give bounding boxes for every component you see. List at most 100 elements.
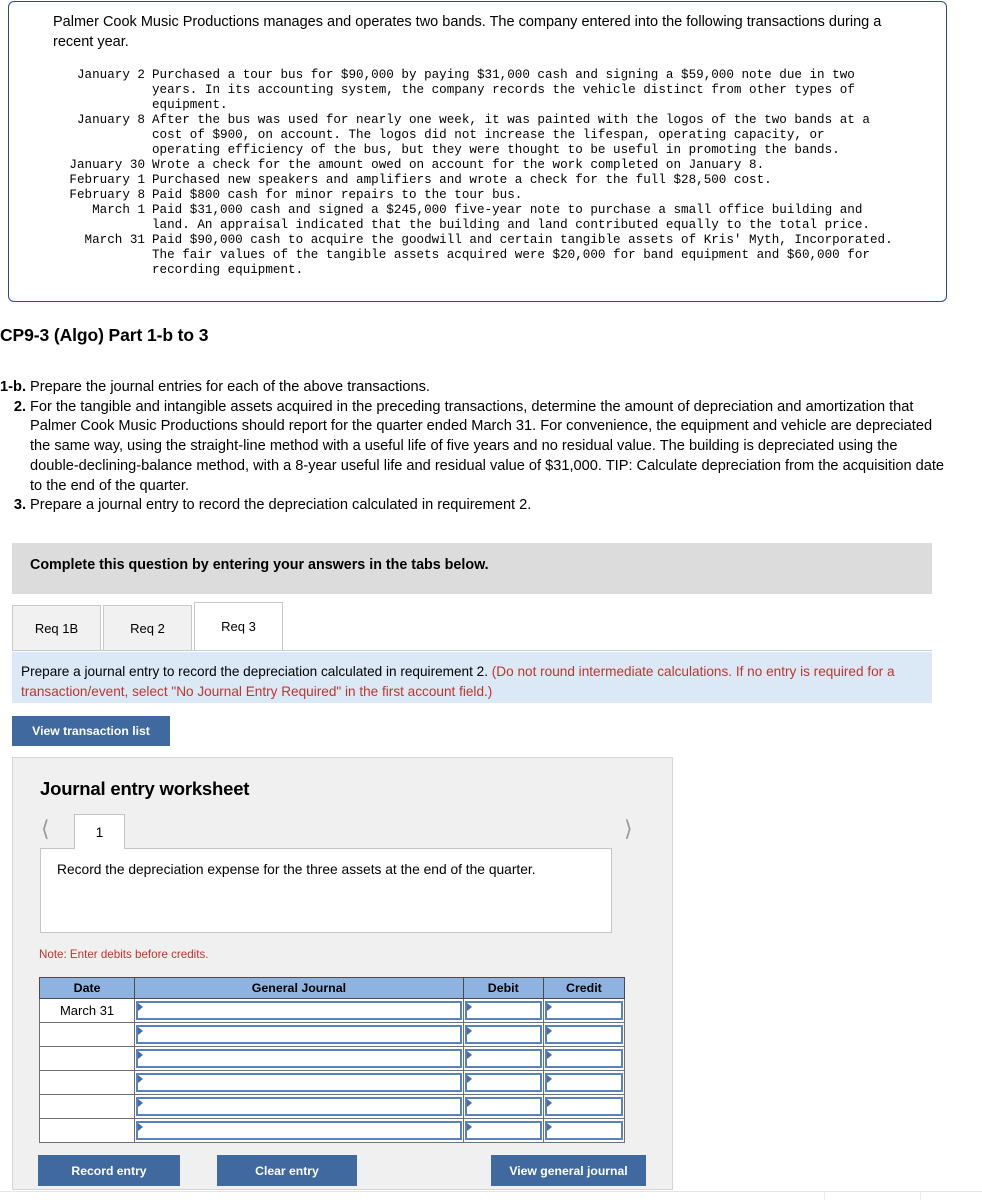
journal-credit-field[interactable] [544, 1073, 623, 1092]
view-transaction-list-button[interactable]: View transaction list [12, 716, 170, 746]
record-entry-button[interactable]: Record entry [38, 1155, 180, 1186]
transaction-date: February 8 [69, 188, 145, 202]
journal-account-field-cell [134, 998, 464, 1023]
footer-tick-right [920, 1192, 921, 1200]
journal-date-cell[interactable] [38, 1022, 136, 1047]
clear-entry-button[interactable]: Clear entry [217, 1155, 357, 1186]
chevron-left-icon[interactable]: ⟨ [41, 819, 50, 841]
transaction-description: Paid $90,000 cash to acquire the goodwil… [152, 233, 893, 277]
transaction-date: March 1 [92, 203, 145, 217]
transaction-row: February 8 Paid $800 cash for minor repai… [53, 188, 933, 203]
tabs-underline [12, 650, 932, 651]
transaction-description: Purchased new speakers and amplifiers an… [152, 173, 772, 187]
journal-debit-field-cell [462, 1094, 544, 1119]
transaction-intro-text: Palmer Cook Music Productions manages an… [53, 14, 882, 50]
journal-debit-field[interactable] [464, 1073, 542, 1092]
journal-debit-field-cell [462, 1046, 544, 1071]
journal-account-field[interactable] [136, 1001, 462, 1020]
requirement-item: 2. For the tangible and intangible assets… [0, 398, 948, 497]
journal-debit-field[interactable] [464, 1025, 542, 1044]
transaction-row: March 31 Paid $90,000 cash to acquire the… [53, 233, 933, 278]
journal-credit-field-cell [542, 1070, 626, 1095]
column-header-general-journal: General Journal [134, 977, 464, 999]
journal-debit-field-cell [462, 998, 544, 1023]
journal-entry-row [38, 1118, 626, 1143]
transaction-description: Paid $800 cash for minor repairs to the … [152, 188, 523, 202]
journal-debit-field[interactable] [464, 1097, 542, 1116]
transaction-date: January 8 [76, 113, 145, 127]
journal-entry-table: Date General Journal Debit Credit March … [38, 977, 626, 1143]
journal-credit-field-cell [542, 1118, 626, 1143]
transaction-row: January 2 Purchased a tour bus for $90,00… [53, 68, 933, 113]
question-prompt-main: Prepare a journal entry to record the de… [21, 664, 488, 679]
journal-credit-field-cell [542, 998, 626, 1023]
journal-account-field[interactable] [136, 1121, 462, 1140]
worksheet-page-tab-1[interactable]: 1 [74, 814, 125, 849]
journal-credit-field[interactable] [544, 1049, 623, 1068]
transaction-row: February 1 Purchased new speakers and amp… [53, 173, 933, 188]
requirement-text: Prepare the journal entries for each of … [30, 379, 430, 395]
transaction-date: January 2 [76, 68, 145, 82]
tab-req-3[interactable]: Req 3 [194, 602, 283, 650]
journal-account-field-cell [134, 1022, 464, 1047]
journal-credit-field-cell [542, 1046, 626, 1071]
journal-date-cell[interactable] [38, 1094, 136, 1119]
journal-debit-field-cell [462, 1118, 544, 1143]
footer-tick-left [824, 1192, 825, 1200]
question-prompt-text: Prepare a journal entry to record the de… [21, 662, 921, 701]
journal-account-field[interactable] [136, 1097, 462, 1116]
requirement-text: For the tangible and intangible assets a… [30, 398, 945, 494]
journal-account-field-cell [134, 1094, 464, 1119]
transaction-table: January 2 Purchased a tour bus for $90,00… [53, 68, 933, 278]
journal-account-field[interactable] [136, 1073, 462, 1092]
footer-divider [0, 1191, 982, 1192]
worksheet-prompt-box: Record the depreciation expense for the … [40, 848, 612, 933]
transaction-date: March 31 [84, 233, 145, 247]
requirement-text: Prepare a journal entry to record the de… [30, 497, 532, 514]
worksheet-note: Note: Enter debits before credits. [39, 948, 209, 961]
requirement-number: 2. [13, 398, 26, 415]
journal-date-cell[interactable] [38, 1046, 136, 1071]
journal-account-field-cell [134, 1118, 464, 1143]
journal-date-cell[interactable]: March 31 [38, 998, 136, 1023]
journal-credit-field[interactable] [544, 1025, 623, 1044]
transaction-date: January 30 [69, 158, 145, 172]
transaction-description: Purchased a tour bus for $90,000 by payi… [152, 68, 855, 112]
requirement-tabs: Req 1B Req 2 Req 3 [12, 602, 283, 650]
journal-credit-field[interactable] [544, 1121, 623, 1140]
journal-debit-field[interactable] [464, 1049, 542, 1068]
transaction-row: January 8 After the bus was used for near… [53, 113, 933, 158]
journal-entry-row [38, 1070, 626, 1095]
instruction-banner-text: Complete this question by entering your … [30, 557, 489, 573]
column-header-credit: Credit [542, 977, 626, 999]
instruction-banner: Complete this question by entering your … [12, 543, 932, 594]
page-title: CP9-3 (Algo) Part 1-b to 3 [0, 325, 209, 345]
requirement-number: 3. [13, 497, 26, 514]
journal-date-cell[interactable] [38, 1070, 136, 1095]
journal-account-field[interactable] [136, 1025, 462, 1044]
journal-credit-field[interactable] [544, 1001, 623, 1020]
transaction-date: February 1 [69, 173, 145, 187]
journal-table-body: March 31 [38, 998, 626, 1143]
journal-entry-row [38, 1022, 626, 1047]
journal-table-head: Date General Journal Debit Credit [38, 977, 626, 999]
journal-debit-field[interactable] [464, 1121, 542, 1140]
journal-date-cell[interactable] [38, 1118, 136, 1143]
transaction-table-body: January 2 Purchased a tour bus for $90,00… [53, 68, 933, 278]
transaction-description: Paid $31,000 cash and signed a $245,000 … [152, 203, 870, 232]
journal-debit-field[interactable] [464, 1001, 542, 1020]
worksheet-prompt-text: Record the depreciation expense for the … [57, 862, 536, 877]
chevron-right-icon[interactable]: ⟩ [624, 819, 633, 841]
transaction-description: After the bus was used for nearly one we… [152, 113, 870, 157]
journal-account-field[interactable] [136, 1049, 462, 1068]
tab-req-2[interactable]: Req 2 [103, 605, 192, 650]
view-general-journal-button[interactable]: View general journal [491, 1155, 646, 1186]
journal-account-field-cell [134, 1070, 464, 1095]
tab-req-1b[interactable]: Req 1B [12, 605, 101, 650]
journal-entry-row: March 31 [38, 998, 626, 1023]
journal-credit-field[interactable] [544, 1097, 623, 1116]
journal-entry-row [38, 1046, 626, 1071]
requirement-number: 1-b. [0, 379, 26, 395]
column-header-date: Date [38, 977, 136, 999]
journal-entry-row [38, 1094, 626, 1119]
